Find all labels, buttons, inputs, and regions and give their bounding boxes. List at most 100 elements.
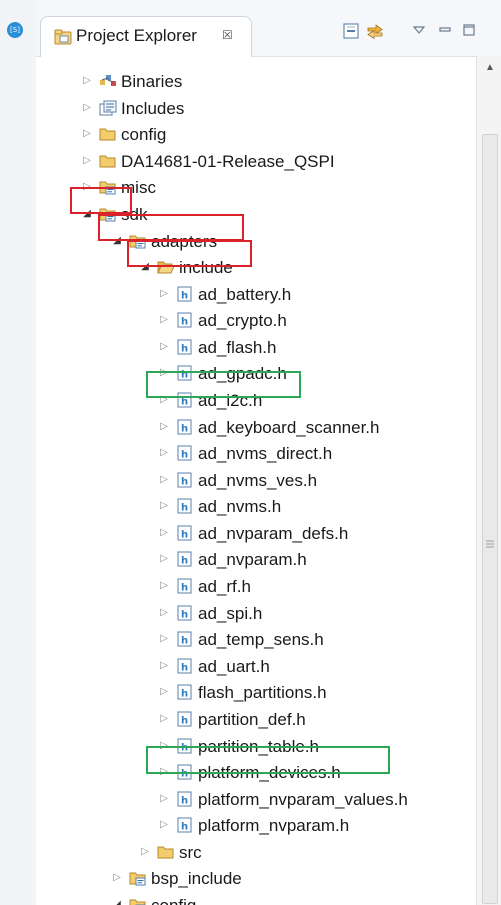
tree-item[interactable]: ▷ h ad_spi.h: [36, 601, 476, 627]
expand-arrow-icon[interactable]: ▷: [157, 818, 171, 832]
tree-item[interactable]: ▷ h partition_def.h: [36, 707, 476, 733]
project-tree: ▷ Binaries ▷ Includes ▷ config ▷ DA14681-01-Rel…: [36, 56, 476, 905]
view-menu-icon[interactable]: [412, 24, 426, 36]
tree-item-label: ad_temp_sens.h: [198, 630, 324, 650]
header-file-icon: h: [176, 286, 194, 302]
expand-arrow-icon[interactable]: ▷: [157, 579, 171, 593]
tree-item[interactable]: ▷ h ad_nvms_direct.h: [36, 441, 476, 467]
expand-arrow-icon[interactable]: ▷: [80, 101, 94, 115]
tree-item[interactable]: ▷ h ad_uart.h: [36, 654, 476, 680]
tree-item[interactable]: ◢ include: [36, 255, 476, 281]
expand-arrow-icon[interactable]: ▷: [157, 792, 171, 806]
header-file-icon: h: [176, 472, 194, 488]
tree-item[interactable]: ▷ h flash_partitions.h: [36, 680, 476, 706]
expand-arrow-icon[interactable]: ▷: [157, 526, 171, 540]
expand-arrow-icon[interactable]: ▷: [110, 871, 124, 885]
tree-item-label: platform_nvparam_values.h: [198, 789, 408, 809]
expand-arrow-icon[interactable]: ▷: [80, 127, 94, 141]
expand-arrow-icon[interactable]: ▷: [80, 154, 94, 168]
header-file-icon: h: [176, 525, 194, 541]
tree-item[interactable]: ▷ h ad_crypto.h: [36, 308, 476, 334]
expand-arrow-icon[interactable]: ▷: [80, 74, 94, 88]
folder-icon: [99, 126, 117, 142]
view-title: Project Explorer: [76, 26, 197, 45]
highlight-box-ad-i2c: [146, 371, 301, 398]
tree-item-label: ad_battery.h: [198, 284, 292, 304]
tree-item[interactable]: ▷ h ad_nvparam.h: [36, 547, 476, 573]
expand-arrow-icon[interactable]: ▷: [157, 606, 171, 620]
expand-arrow-icon[interactable]: ▷: [157, 499, 171, 513]
folder-icon: [157, 844, 175, 860]
svg-text:h: h: [181, 715, 188, 726]
tree-item[interactable]: ▷ h ad_nvms_ves.h: [36, 468, 476, 494]
tree-item-label: ad_nvms_ves.h: [198, 470, 318, 490]
tree-item[interactable]: ▷ bsp_include: [36, 866, 476, 892]
header-file-icon: h: [176, 339, 194, 355]
scrollbar-thumb[interactable]: [482, 134, 498, 904]
expand-arrow-icon[interactable]: ▷: [157, 685, 171, 699]
expand-arrow-icon[interactable]: ▷: [157, 287, 171, 301]
minimize-icon[interactable]: [438, 24, 452, 36]
header-file-icon: h: [176, 312, 194, 328]
tree-item-label: flash_partitions.h: [198, 683, 327, 703]
highlight-box-include: [127, 240, 252, 267]
expand-arrow-icon[interactable]: ▷: [157, 552, 171, 566]
expand-arrow-icon[interactable]: ▷: [157, 712, 171, 726]
expand-arrow-icon[interactable]: ▷: [157, 313, 171, 327]
expand-arrow-icon[interactable]: ▷: [157, 632, 171, 646]
header-file-icon: h: [176, 605, 194, 621]
tree-item[interactable]: ▷ h platform_nvparam_values.h: [36, 787, 476, 813]
svg-text:h: h: [181, 450, 188, 461]
svg-text:h: h: [181, 317, 188, 328]
close-icon[interactable]: ☒: [222, 28, 233, 42]
tree-item[interactable]: ▷ Binaries: [36, 69, 476, 95]
tree-item[interactable]: ▷ DA14681-01-Release_QSPI: [36, 149, 476, 175]
header-file-icon: h: [176, 791, 194, 807]
svg-text:h: h: [181, 290, 188, 301]
tree-item[interactable]: ▷ Includes: [36, 96, 476, 122]
svg-text:h: h: [181, 583, 188, 594]
expand-arrow-icon[interactable]: ▷: [157, 420, 171, 434]
tree-item-label: config: [151, 896, 196, 905]
tree-item[interactable]: ▷ h ad_rf.h: [36, 574, 476, 600]
svg-text:h: h: [181, 503, 188, 514]
tree-item[interactable]: ▷ h ad_temp_sens.h: [36, 627, 476, 653]
maximize-icon[interactable]: [462, 24, 476, 36]
tree-item-label: ad_spi.h: [198, 603, 263, 623]
grip-icon: [486, 540, 494, 548]
source-folder-icon: [129, 897, 147, 905]
perspective-badge-icon[interactable]: [S]: [7, 22, 23, 38]
svg-text:h: h: [181, 556, 188, 567]
tree-item[interactable]: ▷ h ad_nvparam_defs.h: [36, 521, 476, 547]
expand-arrow-icon[interactable]: ▷: [138, 845, 152, 859]
tree-item[interactable]: ▷ h platform_nvparam.h: [36, 813, 476, 839]
vertical-scrollbar[interactable]: ▲: [476, 56, 501, 905]
tree-item[interactable]: ▷ h ad_keyboard_scanner.h: [36, 415, 476, 441]
tree-item[interactable]: ▷ h ad_nvms.h: [36, 494, 476, 520]
tree-item-label: Binaries: [121, 72, 183, 91]
header-file-icon: h: [176, 658, 194, 674]
tree-item-label: ad_flash.h: [198, 337, 277, 357]
tree-item-label: ad_crypto.h: [198, 311, 287, 331]
expand-arrow-icon[interactable]: ▷: [157, 340, 171, 354]
collapse-arrow-icon[interactable]: ◢: [110, 898, 124, 905]
header-file-icon: h: [176, 445, 194, 461]
svg-text:h: h: [181, 423, 188, 434]
collapse-all-icon[interactable]: [342, 22, 360, 40]
header-file-icon: h: [176, 684, 194, 700]
tree-item[interactable]: ▷ src: [36, 840, 476, 866]
tree-item[interactable]: ▷ config: [36, 122, 476, 148]
expand-arrow-icon[interactable]: ▷: [157, 659, 171, 673]
expand-arrow-icon[interactable]: ▷: [157, 446, 171, 460]
link-with-editor-icon[interactable]: [366, 22, 384, 40]
svg-text:h: h: [181, 662, 188, 673]
header-file-icon: h: [176, 419, 194, 435]
scroll-up-arrow-icon[interactable]: ▲: [485, 62, 495, 73]
tree-item[interactable]: ▷ h ad_flash.h: [36, 335, 476, 361]
tree-item-label: ad_nvparam_defs.h: [198, 523, 349, 543]
svg-text:h: h: [181, 343, 188, 354]
tree-item-label: platform_nvparam.h: [198, 816, 350, 836]
tree-item[interactable]: ◢ config: [36, 893, 476, 905]
tree-item[interactable]: ▷ h ad_battery.h: [36, 282, 476, 308]
expand-arrow-icon[interactable]: ▷: [157, 473, 171, 487]
